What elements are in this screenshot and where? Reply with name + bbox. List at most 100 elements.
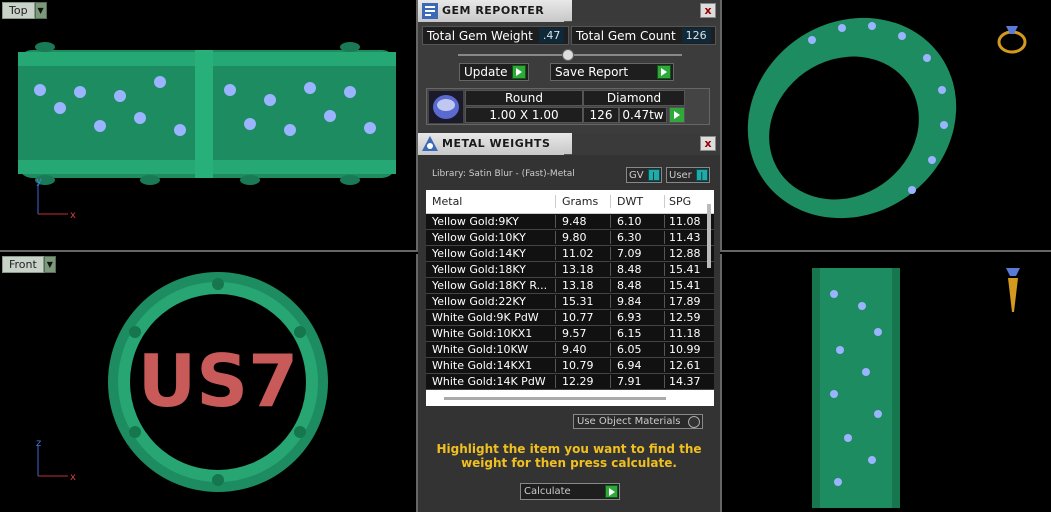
total-gem-count-label: Total Gem Count 126 [571, 26, 716, 45]
table-row[interactable]: White Gold:14K PdW 12.29 7.91 14.37 [426, 374, 714, 390]
ring-size-text: US7 [138, 339, 298, 423]
table-cell: 14.37 [669, 375, 701, 388]
metal-weights-titlebar[interactable]: METAL WEIGHTS x [418, 132, 720, 155]
table-cell: 9.48 [556, 215, 611, 228]
chevron-down-icon[interactable]: ▼ [34, 2, 47, 19]
round-gem-icon [429, 91, 463, 123]
column-header[interactable]: Metal [426, 195, 556, 208]
update-button[interactable]: Update [459, 63, 529, 81]
gem-go-button[interactable] [669, 107, 685, 123]
table-cell: 6.10 [611, 215, 665, 228]
axis-x-label: x [70, 472, 76, 480]
viewport-perspective[interactable] [720, 0, 1051, 252]
table-cell: 9.84 [611, 295, 665, 308]
table-cell: 11.18 [669, 327, 701, 340]
axis-x-label: x [70, 210, 76, 218]
horizontal-scrollbar[interactable] [444, 397, 666, 400]
table-cell: 6.93 [611, 311, 665, 324]
table-cell: 12.61 [669, 359, 701, 372]
gem-reporter-titlebar[interactable]: GEM REPORTER x [418, 0, 720, 22]
table-cell: 11.43 [669, 231, 701, 244]
table-cell: 17.89 [669, 295, 701, 308]
table-row[interactable]: White Gold:9K PdW 10.77 6.93 12.59 [426, 310, 714, 326]
perspective-ring-icon[interactable] [992, 20, 1032, 60]
gem-size: 1.00 X 1.00 [465, 107, 583, 123]
save-report-button[interactable]: Save Report [550, 63, 674, 81]
table-cell: 10.99 [669, 343, 701, 356]
column-header[interactable]: Grams [556, 195, 611, 208]
viewport-name: Front [2, 256, 44, 273]
gem-material: Diamond [583, 90, 685, 106]
gem-count: 126 [583, 107, 619, 123]
gem-shape: Round [465, 90, 583, 106]
vertical-scrollbar[interactable] [706, 204, 712, 384]
table-cell: White Gold:9K PdW [426, 311, 556, 324]
table-cell: 6.30 [611, 231, 665, 244]
table-row[interactable]: Yellow Gold:10KY 9.80 6.30 11.43 [426, 230, 714, 246]
table-cell: White Gold:14KX1 [426, 359, 556, 372]
axis-z-label: z [36, 440, 41, 449]
table-cell: 12.29 [556, 375, 611, 388]
table-cell: 9.80 [556, 231, 611, 244]
table-cell: Yellow Gold:10KY [426, 231, 556, 244]
table-row[interactable]: White Gold:10KX1 9.57 6.15 11.18 [426, 326, 714, 342]
viewport-right[interactable] [720, 254, 1051, 512]
table-row[interactable]: White Gold:10KW 9.40 6.05 10.99 [426, 342, 714, 358]
table-cell: 7.91 [611, 375, 665, 388]
viewport-label-top[interactable]: Top ▼ [2, 2, 47, 19]
viewport-front[interactable]: US7 Front ▼ z x [0, 254, 418, 512]
column-header[interactable]: SPG [665, 195, 703, 208]
ring-scale-icon [418, 133, 442, 155]
gem-reporter-icon [418, 0, 442, 22]
table-cell: 7.09 [611, 247, 665, 260]
table-row[interactable]: White Gold:14KX1 10.79 6.94 12.61 [426, 358, 714, 374]
close-icon[interactable]: x [700, 136, 716, 151]
gem-weight: 0.47tw [619, 107, 667, 123]
play-icon [605, 485, 618, 498]
gv-toggle[interactable]: GV | [626, 167, 662, 183]
table-cell: 15.31 [556, 295, 611, 308]
viewport-name: Top [2, 2, 35, 19]
chevron-down-icon[interactable]: ▼ [43, 256, 56, 273]
total-gem-count-row: Total Gem Count 126 [571, 26, 716, 45]
side-ring-icon[interactable] [998, 266, 1028, 316]
table-cell: 8.48 [611, 279, 665, 292]
table-row[interactable]: Yellow Gold:22KY 15.31 9.84 17.89 [426, 294, 714, 310]
gem-list: Round Diamond 1.00 X 1.00 126 0.47tw [426, 88, 710, 125]
user-toggle[interactable]: User | [666, 167, 710, 183]
calculate-button[interactable]: Calculate [520, 483, 620, 500]
table-cell: 10.77 [556, 311, 611, 324]
table-cell: Yellow Gold:22KY [426, 295, 556, 308]
table-row[interactable]: Yellow Gold:14KY 11.02 7.09 12.88 [426, 246, 714, 262]
axis-y-label: y [36, 178, 42, 187]
table-cell: White Gold:10KX1 [426, 327, 556, 340]
table-cell: 13.18 [556, 263, 611, 276]
total-gem-weight-label: Total Gem Weight .47 [422, 26, 570, 45]
table-cell: 11.02 [556, 247, 611, 260]
use-object-materials-toggle[interactable]: Use Object Materials [573, 414, 703, 429]
table-header: Metal Grams DWT SPG [426, 190, 714, 214]
gem-reporter-slider[interactable] [458, 49, 682, 61]
total-gem-weight-value: .47 [538, 28, 565, 43]
table-cell: White Gold:10KW [426, 343, 556, 356]
table-cell: Yellow Gold:18KY R... [426, 279, 556, 292]
table-row[interactable]: Yellow Gold:18KY 13.18 8.48 15.41 [426, 262, 714, 278]
table-row[interactable]: Yellow Gold:9KY 9.48 6.10 11.08 [426, 214, 714, 230]
metal-weights-table[interactable]: Metal Grams DWT SPG Yellow Gold:9KY 9.48 6… [426, 190, 714, 406]
table-cell: 15.41 [669, 279, 701, 292]
viewport-top[interactable]: Top ▼ y x [0, 0, 418, 252]
table-cell: Yellow Gold:18KY [426, 263, 556, 276]
instruction-text: Highlight the item you want to find the … [436, 442, 702, 470]
table-cell: 9.40 [556, 343, 611, 356]
table-cell: 9.57 [556, 327, 611, 340]
table-cell: 6.05 [611, 343, 665, 356]
column-header[interactable]: DWT [611, 195, 665, 208]
viewport-label-front[interactable]: Front ▼ [2, 256, 56, 273]
table-cell: 12.88 [669, 247, 701, 260]
slider-thumb[interactable] [562, 49, 574, 61]
library-label: Library: Satin Blur - (Fast)-Metal [432, 169, 575, 179]
close-icon[interactable]: x [700, 3, 716, 18]
table-row[interactable]: Yellow Gold:18KY R... 13.18 8.48 15.41 [426, 278, 714, 294]
table-cell: 10.79 [556, 359, 611, 372]
table-cell: 6.94 [611, 359, 665, 372]
